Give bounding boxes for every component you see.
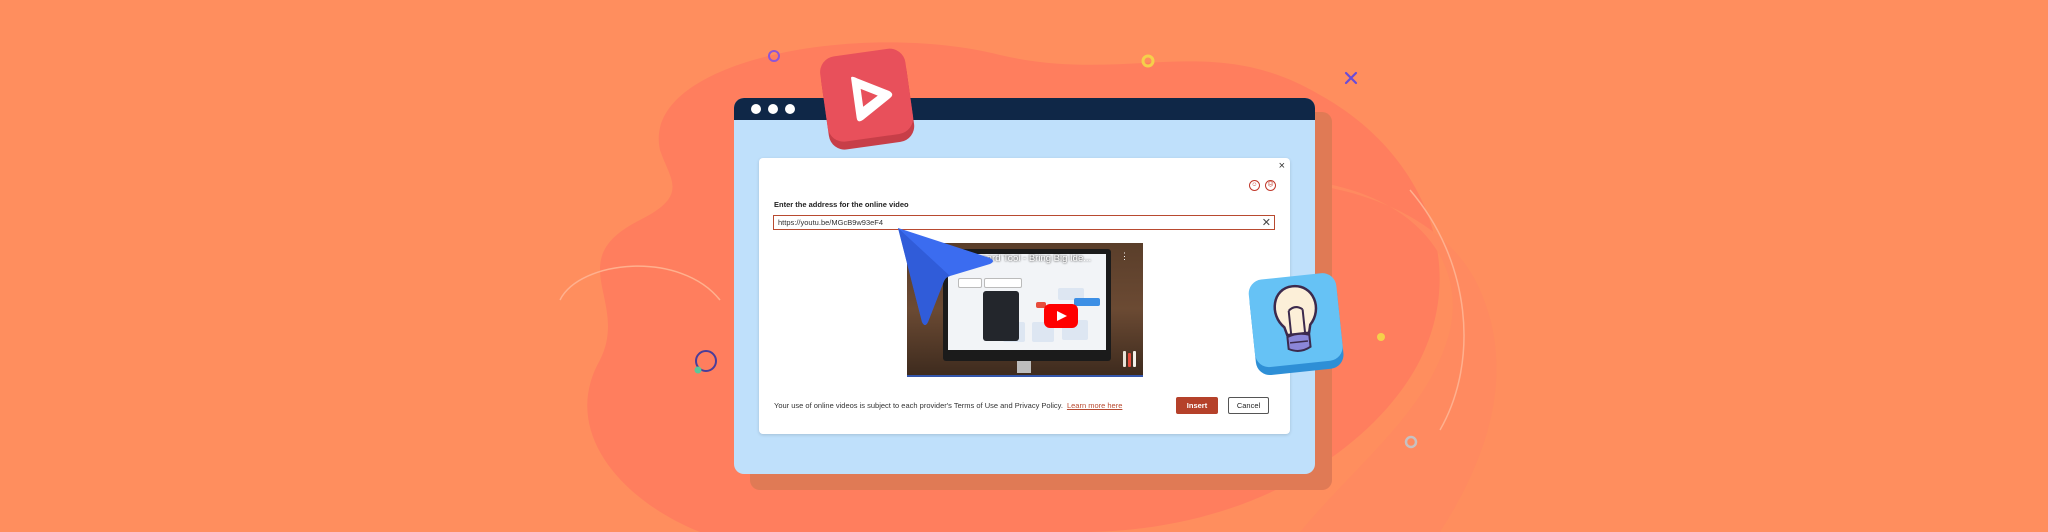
learn-more-link[interactable]: Learn more here xyxy=(1067,401,1122,410)
window-dot[interactable] xyxy=(785,104,795,114)
frown-icon[interactable]: ☹ xyxy=(1265,180,1276,191)
smile-icon[interactable]: ☺ xyxy=(1249,180,1260,191)
more-options-icon[interactable]: ⋮ xyxy=(1120,252,1129,261)
close-icon[interactable]: × xyxy=(1279,160,1285,172)
deco-dot-green xyxy=(694,366,702,374)
deco-ring-grey xyxy=(1404,435,1418,449)
monitor-stand xyxy=(1017,361,1031,373)
window-dot[interactable] xyxy=(768,104,778,114)
browser-window: × ☺ ☹ Enter the address for the online v… xyxy=(734,98,1315,474)
cancel-button[interactable]: Cancel xyxy=(1228,397,1269,414)
deco-ring-purple xyxy=(768,50,780,62)
url-field[interactable]: ✕ xyxy=(773,215,1275,230)
terms-statement: Your use of online videos is subject to … xyxy=(774,401,1063,410)
play-icon xyxy=(820,48,915,150)
deco-ring-yellow xyxy=(1141,54,1155,68)
url-input[interactable] xyxy=(778,217,1248,228)
window-dot[interactable] xyxy=(751,104,761,114)
youtube-play-icon[interactable] xyxy=(1044,304,1078,328)
deco-dot-yellow xyxy=(1377,333,1385,341)
deco-cross-purple xyxy=(1344,71,1358,85)
url-prompt-label: Enter the address for the online video xyxy=(774,200,909,209)
feedback-buttons: ☺ ☹ xyxy=(1249,180,1276,191)
screen-card xyxy=(1074,298,1100,306)
terms-text: Your use of online videos is subject to … xyxy=(774,401,1122,410)
insert-button[interactable]: Insert xyxy=(1176,397,1218,414)
cursor-arrow-icon xyxy=(898,228,993,325)
lightbulb-icon xyxy=(1248,273,1344,376)
pens-image xyxy=(1123,349,1137,367)
online-video-dialog: × ☺ ☹ Enter the address for the online v… xyxy=(759,158,1290,434)
clear-icon[interactable]: ✕ xyxy=(1262,217,1271,229)
